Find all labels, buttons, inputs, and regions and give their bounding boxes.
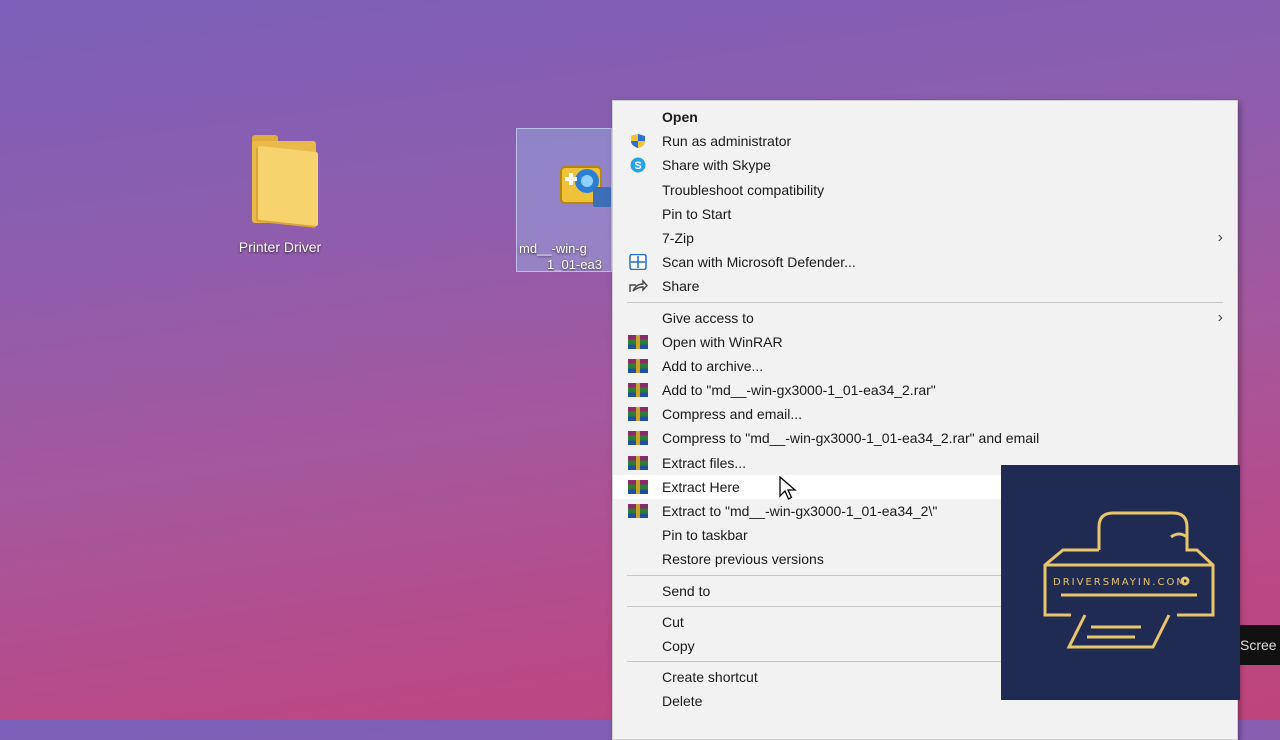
share-icon	[629, 279, 648, 293]
winrar-icon	[628, 455, 648, 470]
mouse-cursor-icon	[779, 476, 797, 500]
menu-separator	[627, 301, 1223, 303]
winrar-icon	[628, 504, 648, 518]
menu-item-compress-and-email[interactable]: Compress and email...	[613, 402, 1237, 426]
winrar-icon	[628, 334, 648, 349]
menu-item-run-as-administrator[interactable]: Run as administrator	[613, 129, 1237, 153]
menu-item-open[interactable]: Open	[613, 105, 1237, 129]
screen-corner-label: Scree	[1240, 625, 1280, 665]
watermark-text: DRIVERSMAYIN.COM	[1053, 577, 1187, 588]
desktop-icon-label: Printer Driver	[238, 239, 322, 255]
winrar-icon	[628, 407, 648, 422]
winrar-icon	[628, 383, 648, 398]
menu-item-7zip[interactable]: 7-Zip ›	[613, 226, 1237, 250]
skype-icon: S	[630, 157, 646, 173]
menu-item-troubleshoot-compatibility[interactable]: Troubleshoot compatibility	[613, 178, 1237, 202]
winrar-icon	[628, 358, 648, 373]
watermark-logo: DRIVERSMAYIN.COM	[1001, 465, 1240, 700]
chevron-right-icon: ›	[1217, 228, 1223, 246]
menu-item-compress-to-rar-and-email[interactable]: Compress to "md__-win-gx3000-1_01-ea34_2…	[613, 426, 1237, 450]
defender-icon	[629, 254, 647, 271]
menu-item-pin-to-start[interactable]: Pin to Start	[613, 202, 1237, 226]
desktop-icon-installer-selected[interactable]: md__-win-g 1_01-ea3	[516, 128, 612, 272]
svg-text:S: S	[634, 160, 641, 172]
folder-icon	[238, 135, 322, 231]
menu-item-scan-with-defender[interactable]: Scan with Microsoft Defender...	[613, 250, 1237, 274]
menu-item-add-to-archive[interactable]: Add to archive...	[613, 354, 1237, 378]
menu-item-give-access-to[interactable]: Give access to ›	[613, 306, 1237, 330]
desktop-icon-label: md__-win-g 1_01-ea3	[519, 241, 602, 272]
uac-shield-icon	[631, 134, 645, 149]
winrar-icon	[628, 431, 648, 446]
winrar-icon	[628, 479, 648, 494]
menu-item-add-to-rar[interactable]: Add to "md__-win-gx3000-1_01-ea34_2.rar"	[613, 378, 1237, 402]
desktop-icon-printer-driver[interactable]: Printer Driver	[218, 135, 342, 255]
chevron-right-icon: ›	[1217, 308, 1223, 326]
menu-item-share-with-skype[interactable]: S Share with Skype	[613, 153, 1237, 177]
menu-item-open-with-winrar[interactable]: Open with WinRAR	[613, 330, 1237, 354]
installer-icon	[560, 166, 611, 207]
menu-item-share[interactable]: Share	[613, 274, 1237, 298]
